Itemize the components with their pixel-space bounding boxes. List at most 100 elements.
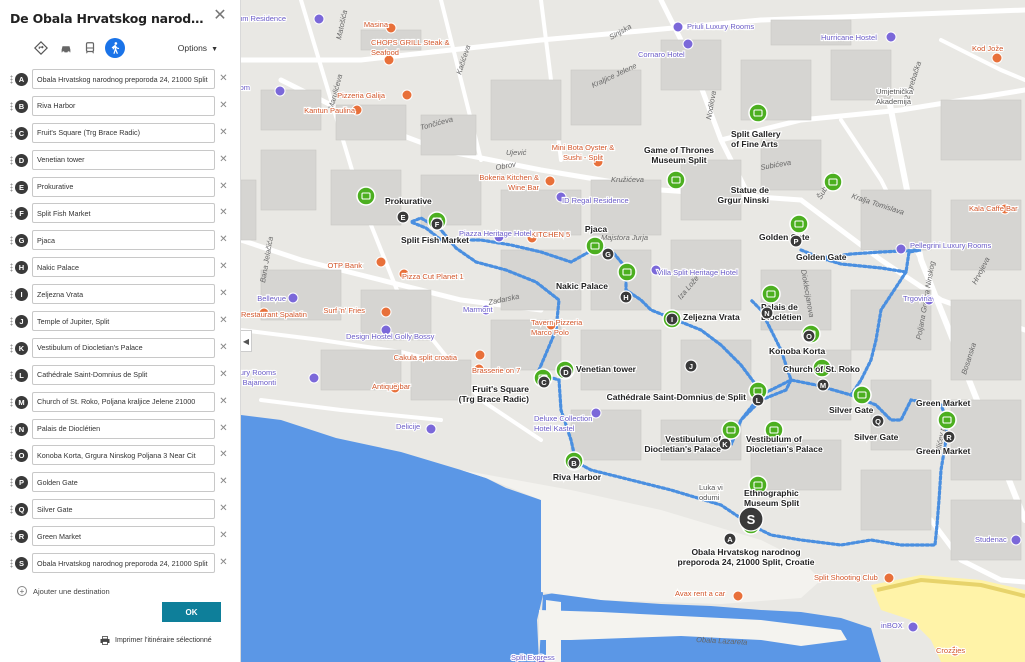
route-marker[interactable]: L [751,393,765,407]
map-place-restaurant[interactable]: Crozzies [935,645,967,657]
map-place-restaurant[interactable]: Avax rent a car [674,588,744,602]
stop-input[interactable] [32,391,215,412]
restaurant-icon[interactable] [474,349,486,361]
stop-input[interactable] [32,499,215,520]
map-place-restaurant[interactable]: Kantun Paulina [303,104,363,116]
museum-poi-icon[interactable] [823,172,843,192]
drag-handle-icon[interactable] [10,478,13,488]
remove-stop-icon[interactable]: ✕ [219,530,228,542]
map-place-other[interactable]: Luka vi odumi [698,482,724,503]
stop-input[interactable] [32,337,215,358]
drag-handle-icon[interactable] [10,559,13,569]
map-place-other[interactable]: Umjetnička Akademija [875,86,915,107]
map-view[interactable]: Obala Lazareta Zadarska Kraljice Jelene Zag… [241,0,1025,662]
map-place-hotel[interactable]: Cornaro Hotel [637,38,694,60]
map-place-restaurant[interactable]: Bokeria Kitchen & Wine Bar [478,172,556,193]
options-dropdown[interactable]: Options ▼ [178,43,218,53]
map-place-restaurant[interactable]: Pizzeria Galija [336,89,413,101]
car-icon[interactable] [56,38,76,58]
map-place-poi[interactable]: Church of St. Roko [782,358,861,378]
map-place-hotel[interactable]: inBOX [880,620,919,633]
remove-stop-icon[interactable]: ✕ [219,342,228,354]
map-place-restaurant[interactable]: Brasserie on 7 [471,363,521,376]
remove-stop-icon[interactable]: ✕ [219,396,228,408]
remove-stop-icon[interactable]: ✕ [219,207,228,219]
route-marker[interactable]: S [738,506,764,532]
map-place-hotel[interactable]: Deluxe Collection Hotel Kastel [533,407,602,434]
map-place-hotel[interactable]: Studenac [974,534,1022,546]
museum-poi-icon[interactable] [852,385,872,405]
map-place-restaurant[interactable]: Mini Bota Oyster & Sushi - Split [551,142,615,168]
map-place-hotel[interactable]: Piazza Heritage Hotel [458,228,533,243]
stop-input[interactable] [32,69,215,89]
restaurant-icon[interactable] [991,52,1003,64]
map-place-restaurant[interactable]: CHOPS GRILL Steak & Seafood [370,37,451,66]
map-place-poi[interactable]: Prokurative [356,186,433,207]
stop-input[interactable] [32,122,215,143]
transit-icon[interactable] [80,38,100,58]
map-place-restaurant[interactable]: Tavern Pizzeria Marco Polo [530,317,584,338]
drag-handle-icon[interactable] [10,155,13,165]
stop-input[interactable] [32,445,215,466]
drag-handle-icon[interactable] [10,75,13,84]
remove-stop-icon[interactable]: ✕ [219,261,228,273]
remove-stop-icon[interactable]: ✕ [219,181,228,193]
stop-input[interactable] [32,472,215,493]
map-place-restaurant[interactable]: KITCHEN 5 [526,229,571,244]
map-place-hotel[interactable]: Luxury RoomsBajamonti [241,367,320,388]
stop-input[interactable] [32,284,215,305]
drag-handle-icon[interactable] [10,290,13,300]
hotel-icon[interactable] [1010,534,1022,546]
route-marker[interactable]: A [723,532,737,546]
museum-poi-icon[interactable] [721,420,741,440]
drag-handle-icon[interactable] [10,317,13,327]
map-place-hotel[interactable]: Palatium Residence [241,13,325,25]
remove-stop-icon[interactable]: ✕ [219,100,228,112]
drag-handle-icon[interactable] [10,101,13,111]
hotel-icon[interactable] [425,423,437,435]
remove-stop-icon[interactable]: ✕ [219,503,228,515]
map-place-poi[interactable]: Nakic Palace [555,262,637,292]
map-place-hotel[interactable]: Priuli Luxury Rooms [672,21,755,33]
remove-stop-icon[interactable]: ✕ [219,73,228,85]
map-place-hotel[interactable]: Trgovina [902,293,935,306]
drag-handle-icon[interactable] [10,424,13,434]
drag-handle-icon[interactable] [10,451,13,461]
route-marker[interactable]: B [567,456,581,470]
route-marker[interactable]: F [430,217,444,231]
map-place-poi[interactable]: Game of Thrones Museum Split [643,144,715,190]
museum-poi-icon[interactable] [937,410,957,430]
restaurant-icon[interactable] [375,256,387,268]
hotel-icon[interactable] [308,372,320,384]
drag-handle-icon[interactable] [10,263,13,273]
map-place-restaurant[interactable]: Antique bar [371,381,412,394]
collapse-panel-button[interactable]: ◀ [241,330,252,352]
route-marker[interactable]: I [665,312,679,326]
remove-stop-icon[interactable]: ✕ [219,449,228,461]
drag-handle-icon[interactable] [10,236,13,246]
hotel-icon[interactable] [682,38,694,50]
map-place-restaurant[interactable]: Masina [363,19,397,34]
route-marker[interactable]: G [601,247,615,261]
map-place-restaurant[interactable]: Surf 'n' Fries [322,305,392,318]
stop-input[interactable] [32,95,215,116]
museum-poi-icon[interactable] [356,186,376,206]
drag-handle-icon[interactable] [10,343,13,353]
remove-stop-icon[interactable]: ✕ [219,127,228,139]
stop-input[interactable] [32,553,215,574]
remove-stop-icon[interactable]: ✕ [219,234,228,246]
museum-poi-icon[interactable] [748,103,768,123]
ok-button[interactable]: OK [162,602,221,622]
hotel-icon[interactable] [590,407,602,419]
map-place-poi[interactable]: Split Gallery of Fine Arts [730,103,782,150]
restaurant-icon[interactable] [401,89,413,101]
drag-handle-icon[interactable] [10,182,13,192]
map-place-hotel[interactable]: Bellevue [256,292,299,304]
map-place-poi[interactable]: Vestibulum of Diocletian's Palace [745,420,824,455]
map-place-hotel[interactable]: ID Regal Residence [555,191,630,206]
drag-handle-icon[interactable] [10,532,13,542]
route-marker[interactable]: N [760,306,774,320]
museum-poi-icon[interactable] [789,214,809,234]
route-marker[interactable]: R [942,430,956,444]
route-marker[interactable]: D [559,365,573,379]
